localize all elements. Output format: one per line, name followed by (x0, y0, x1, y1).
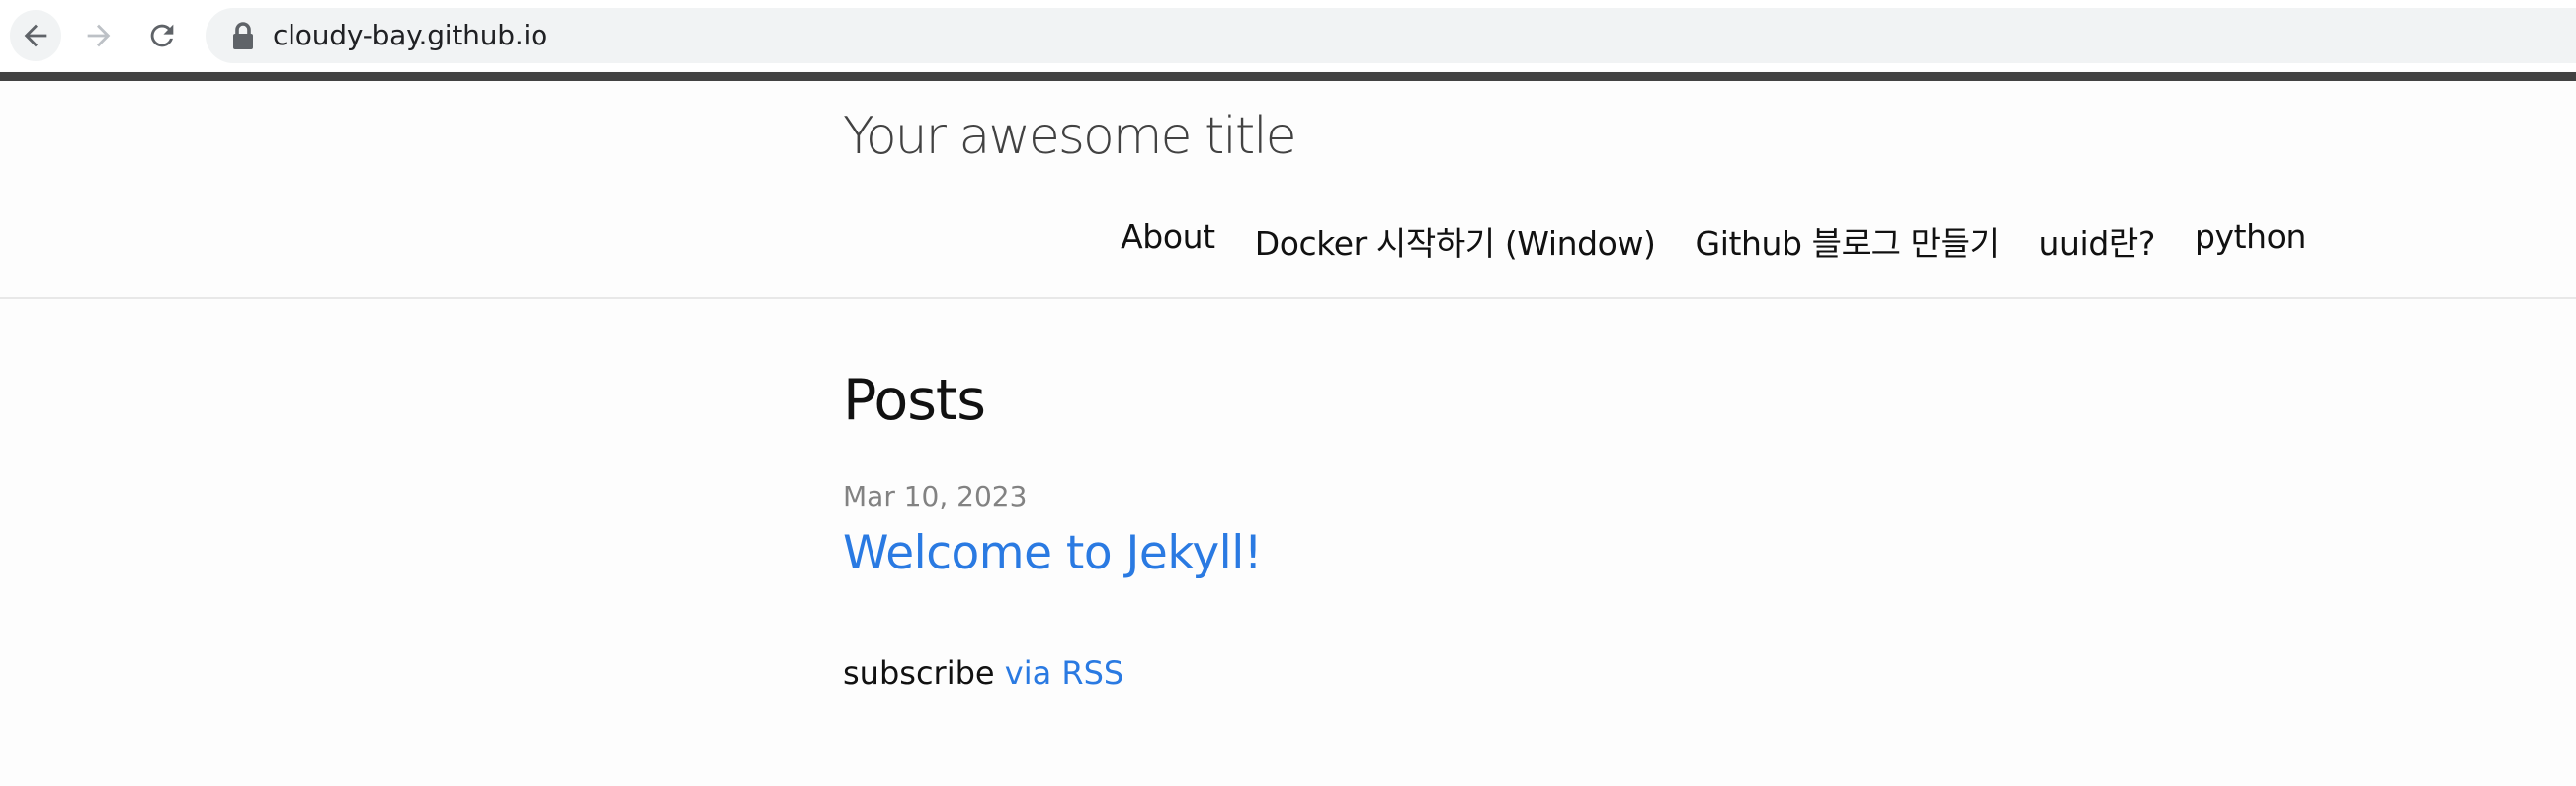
site-title-link[interactable]: Your awesome title (843, 107, 1297, 166)
post-date: Mar 10, 2023 (843, 480, 1028, 513)
nav-link-about[interactable]: About (1121, 218, 1215, 265)
nav-link-uuid[interactable]: uuid란? (2039, 218, 2156, 265)
site-header: Your awesome title About Docker 시작하기 (Wi… (0, 81, 2576, 299)
reload-button[interactable] (136, 10, 188, 61)
arrow-left-icon (24, 24, 47, 47)
nav-link-python[interactable]: python (2195, 218, 2306, 265)
forward-button[interactable] (73, 10, 125, 61)
header-top-rule (0, 72, 2576, 81)
reload-icon (150, 24, 174, 47)
posts-heading: Posts (843, 368, 986, 433)
arrow-right-icon (87, 24, 111, 47)
post-title-link[interactable]: Welcome to Jekyll! (843, 526, 1263, 580)
site-nav: About Docker 시작하기 (Window) Github 블로그 만들… (1081, 218, 2306, 265)
nav-link-docker[interactable]: Docker 시작하기 (Window) (1255, 218, 1656, 265)
back-button[interactable] (10, 10, 61, 61)
url-text: cloudy-bay.github.io (273, 19, 548, 51)
address-bar[interactable]: cloudy-bay.github.io (206, 8, 2576, 63)
subscribe-text: subscribe (843, 655, 995, 692)
subscribe-line: subscribe via RSS (843, 655, 1123, 692)
nav-link-github-blog[interactable]: Github 블로그 만들기 (1696, 218, 2000, 265)
browser-toolbar: cloudy-bay.github.io (0, 0, 2576, 71)
lock-icon (233, 22, 253, 49)
rss-link[interactable]: via RSS (1005, 655, 1123, 692)
